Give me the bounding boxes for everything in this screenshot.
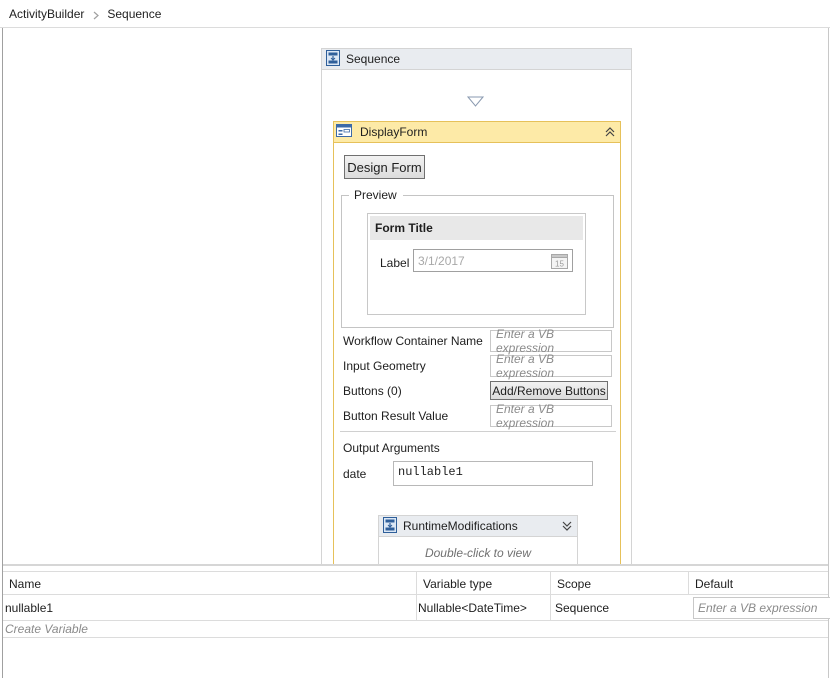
column-header-name[interactable]: Name <box>3 572 416 595</box>
input-geometry-input[interactable]: Enter a VB expression <box>490 352 612 380</box>
column-header-type[interactable]: Variable type <box>416 572 550 595</box>
add-remove-buttons-button[interactable]: Add/Remove Buttons <box>490 381 608 400</box>
breadcrumb-item-activitybuilder[interactable]: ActivityBuilder <box>9 7 84 21</box>
button-result-input[interactable]: Enter a VB expression <box>490 402 612 430</box>
runtimemodifications-header[interactable]: RuntimeModifications <box>379 516 577 537</box>
output-arguments-title: Output Arguments <box>343 441 440 455</box>
variable-default-input[interactable]: Enter a VB expression <box>693 597 830 619</box>
create-variable-link[interactable]: Create Variable <box>3 621 828 638</box>
drop-target-arrow-icon[interactable] <box>466 96 485 110</box>
output-arg-input[interactable]: nullable1 <box>393 461 593 486</box>
workflow-designer-canvas[interactable]: Sequence DisplayForm Design Form Preview… <box>3 29 828 564</box>
form-title: Form Title <box>370 216 583 240</box>
runtimemodifications-activity[interactable]: RuntimeModifications Double-click to vie… <box>378 515 578 564</box>
workflow-container-label: Workflow Container Name <box>343 334 483 348</box>
calendar-icon: 15 <box>551 253 568 269</box>
button-result-label: Button Result Value <box>343 409 449 423</box>
form-icon <box>336 124 352 140</box>
workflow-container-input[interactable]: Enter a VB expression <box>490 327 612 355</box>
breadcrumb: ActivityBuilder Sequence <box>0 0 830 28</box>
variable-scope-cell[interactable]: Sequence <box>550 595 688 620</box>
double-chevron-up-icon[interactable] <box>603 125 617 139</box>
calendar-day: 15 <box>555 260 564 269</box>
breadcrumb-item-sequence[interactable]: Sequence <box>107 7 161 21</box>
chevron-right-icon <box>93 9 100 20</box>
double-click-hint: Double-click to view <box>424 546 532 560</box>
variables-panel: Name Variable type Scope Default nullabl… <box>3 564 830 678</box>
table-row[interactable]: nullable1 Nullable<DateTime> Sequence En… <box>3 595 830 621</box>
sequence-icon <box>326 49 340 69</box>
date-value: 3/1/2017 <box>418 254 465 268</box>
runtimemodifications-title: RuntimeModifications <box>403 519 518 533</box>
form-field-label: Label <box>380 256 410 270</box>
preview-legend: Preview <box>353 188 398 202</box>
form-preview: Form Title Label 3/1/2017 15 <box>367 213 586 315</box>
variable-type-cell[interactable]: Nullable<DateTime> <box>416 595 550 620</box>
sequence-icon <box>383 516 397 536</box>
sequence-title: Sequence <box>346 52 401 66</box>
output-arg-name: date <box>343 467 367 481</box>
double-chevron-down-icon[interactable] <box>560 519 574 533</box>
displayform-activity[interactable]: DisplayForm Design Form Preview Form Tit… <box>333 121 621 564</box>
displayform-header[interactable]: DisplayForm <box>334 122 620 143</box>
sequence-activity[interactable]: Sequence DisplayForm Design Form Preview… <box>321 48 632 564</box>
sequence-header[interactable]: Sequence <box>322 49 631 70</box>
column-header-default[interactable]: Default <box>688 572 828 595</box>
variables-header-row: Name Variable type Scope Default <box>3 571 828 595</box>
preview-frame-top-right <box>403 195 614 196</box>
displayform-title: DisplayForm <box>360 125 428 139</box>
design-form-button[interactable]: Design Form <box>344 155 425 179</box>
right-border <box>828 0 829 678</box>
input-geometry-label: Input Geometry <box>343 359 426 373</box>
preview-frame-top-left <box>341 195 349 196</box>
variable-name-cell[interactable]: nullable1 <box>5 595 413 620</box>
divider <box>340 431 616 432</box>
buttons-label: Buttons (0) <box>343 384 402 398</box>
column-header-scope[interactable]: Scope <box>550 572 688 595</box>
date-picker-field: 3/1/2017 15 <box>413 249 573 272</box>
